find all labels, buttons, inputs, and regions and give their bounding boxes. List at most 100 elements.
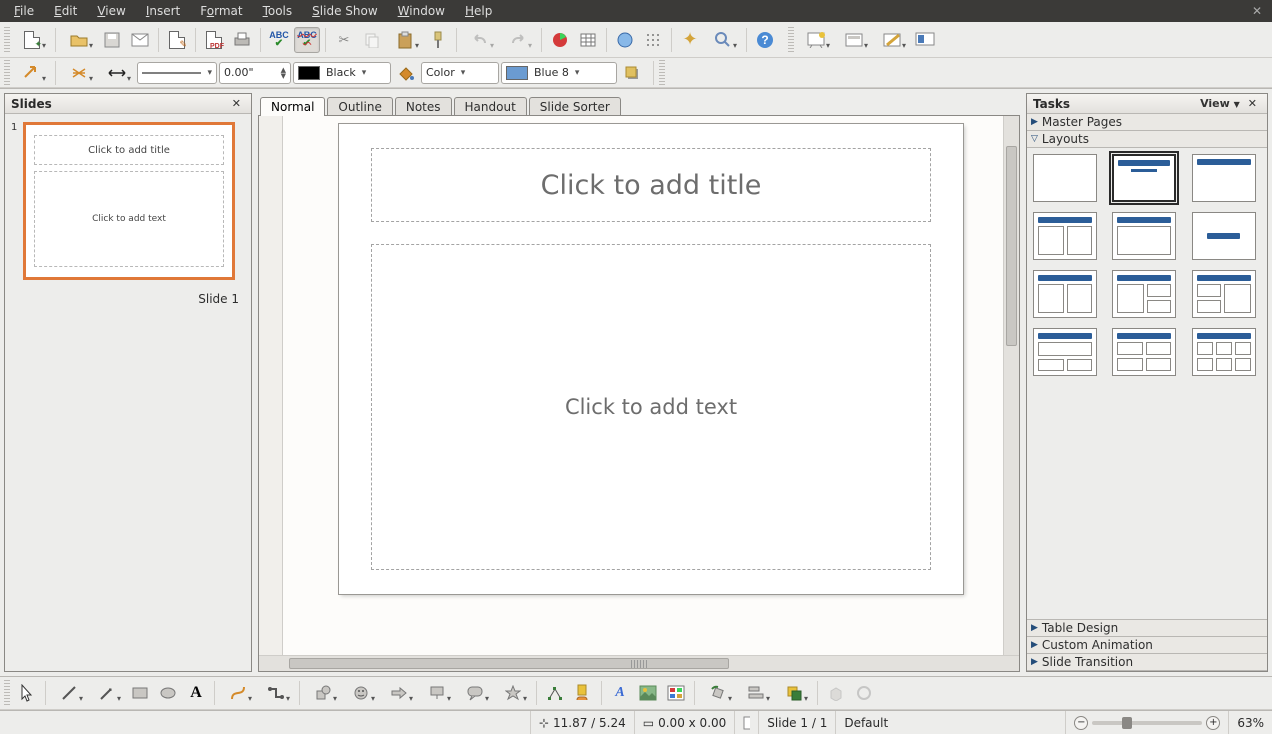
- layout-title-only[interactable]: [1192, 154, 1256, 202]
- layout-title-6content[interactable]: [1192, 328, 1256, 376]
- toolbar-grip[interactable]: [788, 27, 794, 53]
- layout-title-2content[interactable]: [1033, 212, 1097, 260]
- menu-window[interactable]: Window: [388, 2, 455, 20]
- status-slide-info[interactable]: Slide 1 / 1: [758, 711, 835, 734]
- zoom-in-button[interactable]: +: [1206, 716, 1220, 730]
- text-tool[interactable]: A: [183, 680, 209, 706]
- line-endings-button[interactable]: [99, 60, 135, 86]
- tasks-view-menu[interactable]: View ▼: [1196, 97, 1244, 110]
- edit-file-button[interactable]: ✎: [164, 27, 190, 53]
- flowchart-tool[interactable]: [419, 680, 455, 706]
- zoom-slider[interactable]: [1092, 721, 1202, 725]
- slide-thumbnail-1[interactable]: Click to add title Click to add text: [23, 122, 235, 280]
- hyperlink-button[interactable]: [612, 27, 638, 53]
- editor-viewport[interactable]: Click to add title Click to add text: [259, 116, 1019, 671]
- fontwork-tool[interactable]: A: [607, 680, 633, 706]
- toolbar-grip[interactable]: [4, 680, 10, 706]
- zoom-percent[interactable]: 63%: [1228, 711, 1272, 734]
- presentation-button[interactable]: [912, 27, 938, 53]
- fill-color-combo[interactable]: Blue 8: [501, 62, 617, 84]
- line-style-select[interactable]: [61, 60, 97, 86]
- interaction-tool[interactable]: [851, 680, 877, 706]
- table-button[interactable]: [575, 27, 601, 53]
- from-file-tool[interactable]: [635, 680, 661, 706]
- section-slide-transition[interactable]: ▶Slide Transition: [1027, 653, 1267, 671]
- block-arrows-tool[interactable]: [381, 680, 417, 706]
- slide-layout-button[interactable]: [874, 27, 910, 53]
- tab-slide-sorter[interactable]: Slide Sorter: [529, 97, 621, 116]
- paste-button[interactable]: [387, 27, 423, 53]
- section-custom-animation[interactable]: ▶Custom Animation: [1027, 636, 1267, 654]
- toolbar-grip[interactable]: [659, 60, 665, 86]
- basic-shapes-tool[interactable]: [305, 680, 341, 706]
- ellipse-tool[interactable]: [155, 680, 181, 706]
- slide-design-button[interactable]: [836, 27, 872, 53]
- undo-button[interactable]: [462, 27, 498, 53]
- line-style-combo[interactable]: [137, 62, 217, 84]
- body-placeholder[interactable]: Click to add text: [371, 244, 931, 570]
- menu-file[interactable]: File: [4, 2, 44, 20]
- email-button[interactable]: [127, 27, 153, 53]
- tab-notes[interactable]: Notes: [395, 97, 452, 116]
- tab-outline[interactable]: Outline: [327, 97, 392, 116]
- redo-button[interactable]: [500, 27, 536, 53]
- arrange-tool[interactable]: [776, 680, 812, 706]
- line-color-combo[interactable]: Black: [293, 62, 391, 84]
- status-page-style[interactable]: Default: [835, 711, 1065, 734]
- line-tool[interactable]: [51, 680, 87, 706]
- export-pdf-button[interactable]: PDF: [201, 27, 227, 53]
- layout-title-content[interactable]: [1112, 154, 1176, 202]
- menu-slideshow[interactable]: Slide Show: [302, 2, 388, 20]
- toolbar-grip[interactable]: [4, 27, 10, 53]
- slides-panel-close-icon[interactable]: ✕: [228, 97, 245, 110]
- toolbar-grip[interactable]: [4, 60, 10, 86]
- curve-tool[interactable]: [220, 680, 256, 706]
- menu-help[interactable]: Help: [455, 2, 502, 20]
- layout-title-2row[interactable]: [1033, 270, 1097, 318]
- new-doc-button[interactable]: ✦: [14, 27, 50, 53]
- zoom-out-button[interactable]: −: [1074, 716, 1088, 730]
- layout-blank[interactable]: [1033, 154, 1097, 202]
- format-paintbrush-button[interactable]: [425, 27, 451, 53]
- section-master-pages[interactable]: ▶Master Pages: [1027, 114, 1267, 131]
- arrow-line-tool[interactable]: [89, 680, 125, 706]
- fill-mode-combo[interactable]: Color: [421, 62, 499, 84]
- gluepoints-tool[interactable]: [570, 680, 596, 706]
- points-edit-tool[interactable]: [542, 680, 568, 706]
- layout-title-top-2bottom[interactable]: [1033, 328, 1097, 376]
- tasks-panel-close-icon[interactable]: ✕: [1244, 97, 1261, 110]
- slide-canvas[interactable]: Click to add title Click to add text: [339, 124, 963, 594]
- symbol-shapes-tool[interactable]: [343, 680, 379, 706]
- menu-edit[interactable]: Edit: [44, 2, 87, 20]
- extrusion-tool[interactable]: [823, 680, 849, 706]
- vertical-scrollbar[interactable]: [1003, 116, 1019, 655]
- callouts-tool[interactable]: [457, 680, 493, 706]
- spellcheck-button[interactable]: ABC✔: [266, 27, 292, 53]
- close-doc-icon[interactable]: ✕: [1246, 4, 1268, 18]
- navigator-button[interactable]: ✦: [677, 27, 703, 53]
- select-tool[interactable]: [14, 680, 40, 706]
- cut-button[interactable]: ✂: [331, 27, 357, 53]
- menu-format[interactable]: Format: [190, 2, 252, 20]
- zoom-button[interactable]: [705, 27, 741, 53]
- layout-title-1content[interactable]: [1112, 212, 1176, 260]
- align-tool[interactable]: [738, 680, 774, 706]
- shadow-button[interactable]: [619, 60, 645, 86]
- tab-normal[interactable]: Normal: [260, 97, 325, 116]
- section-table-design[interactable]: ▶Table Design: [1027, 619, 1267, 637]
- print-button[interactable]: [229, 27, 255, 53]
- slide-button[interactable]: [798, 27, 834, 53]
- grid-button[interactable]: [640, 27, 666, 53]
- open-button[interactable]: [61, 27, 97, 53]
- auto-spellcheck-button[interactable]: ABC✔: [294, 27, 320, 53]
- tab-handout[interactable]: Handout: [454, 97, 527, 116]
- area-fill-button[interactable]: [393, 60, 419, 86]
- horizontal-scrollbar[interactable]: [259, 655, 1019, 671]
- layout-title-2left-right[interactable]: [1192, 270, 1256, 318]
- connector-tool[interactable]: [258, 680, 294, 706]
- layout-centered[interactable]: [1192, 212, 1256, 260]
- rectangle-tool[interactable]: [127, 680, 153, 706]
- help-button[interactable]: ?: [752, 27, 778, 53]
- gallery-tool[interactable]: [663, 680, 689, 706]
- menu-tools[interactable]: Tools: [253, 2, 303, 20]
